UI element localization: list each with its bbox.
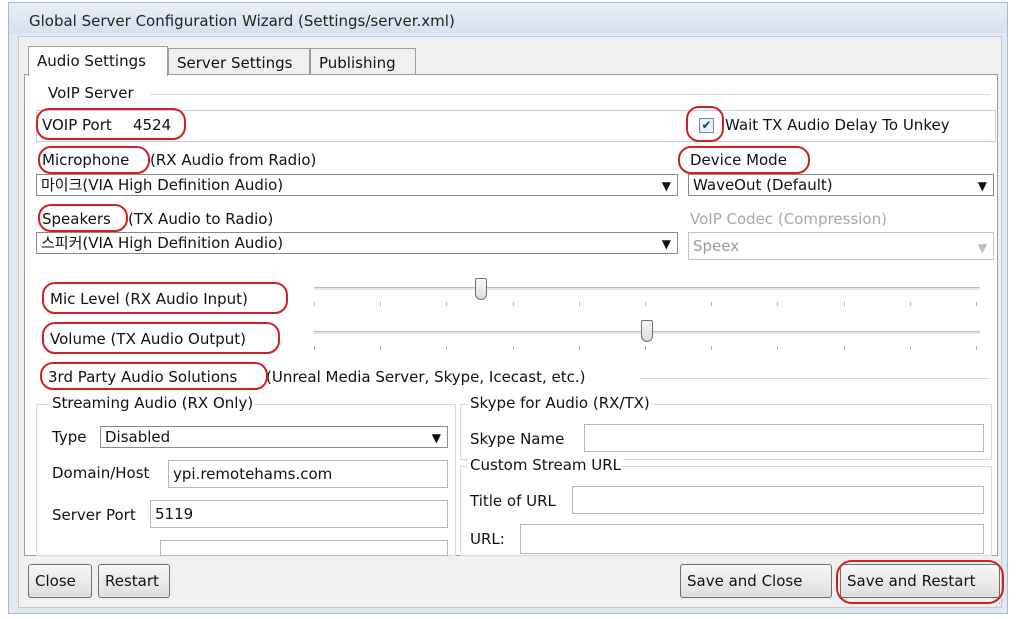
wait-tx-label: Wait TX Audio Delay To Unkey: [725, 116, 950, 134]
slider-tick: [579, 346, 580, 350]
slider-tick: [579, 302, 580, 306]
chevron-down-icon: ▼: [977, 179, 987, 193]
stream-type-selected-value: Disabled: [105, 428, 171, 446]
voip-server-group-line: [150, 94, 990, 95]
slider-tick: [711, 346, 712, 350]
server-port-input[interactable]: 5119: [150, 500, 448, 528]
slider-tick: [777, 346, 778, 350]
voip-server-group-label: VoIP Server: [48, 84, 134, 102]
device-mode-highlight: [678, 146, 810, 174]
slider-tick: [910, 346, 911, 350]
chevron-down-icon: ▼: [431, 431, 441, 445]
volume-highlight: [42, 322, 280, 354]
tab-publishing[interactable]: Publishing: [310, 48, 416, 76]
device-mode-select[interactable]: WaveOut (Default) ▼: [688, 174, 994, 196]
microphone-select[interactable]: 마이크(VIA High Definition Audio) ▼: [36, 174, 678, 196]
skype-name-label: Skype Name: [470, 430, 565, 448]
microphone-selected-value: 마이크(VIA High Definition Audio): [41, 176, 284, 194]
slider-tick: [446, 302, 447, 306]
url-label: URL:: [470, 530, 505, 548]
domain-host-input[interactable]: ypi.remotehams.com: [168, 460, 448, 488]
third-party-highlight: [40, 362, 268, 390]
server-port-label: Server Port: [52, 506, 136, 524]
third-party-label-detail: (Unreal Media Server, Skype, Icecast, et…: [266, 368, 586, 386]
slider-tick: [645, 346, 646, 350]
speakers-highlight: [38, 204, 128, 232]
slider-tick: [645, 302, 646, 306]
url-title-label: Title of URL: [470, 492, 556, 510]
microphone-label-detail: (RX Audio from Radio): [150, 151, 317, 169]
slider-tick: [314, 346, 315, 350]
streaming-group-label: Streaming Audio (RX Only): [50, 394, 256, 412]
slider-tick: [380, 346, 381, 350]
voip-codec-select[interactable]: Speex ▼: [688, 232, 994, 260]
slider-tick: [910, 302, 911, 306]
microphone-highlight: [38, 146, 150, 174]
mic-level-thumb[interactable]: [475, 278, 487, 300]
mic-level-slider[interactable]: [314, 278, 980, 318]
chevron-down-icon: ▼: [977, 241, 987, 255]
speakers-select[interactable]: 스피커(VIA High Definition Audio) ▼: [36, 232, 678, 254]
speakers-selected-value: 스피커(VIA High Definition Audio): [41, 234, 284, 252]
chevron-down-icon: ▼: [661, 179, 671, 193]
tab-audio-settings[interactable]: Audio Settings: [28, 46, 168, 76]
third-party-group-line: [640, 378, 990, 379]
slider-tick: [711, 302, 712, 306]
chevron-down-icon: ▼: [661, 237, 671, 251]
window-title: Global Server Configuration Wizard (Sett…: [29, 12, 455, 30]
title-bar[interactable]: Global Server Configuration Wizard (Sett…: [9, 3, 1007, 33]
slider-tick: [380, 302, 381, 306]
volume-slider[interactable]: [314, 320, 980, 360]
close-button[interactable]: Close: [28, 564, 92, 598]
mic-level-highlight: [42, 282, 288, 314]
save-and-restart-highlight: [836, 560, 1004, 604]
url-input[interactable]: [520, 524, 984, 554]
save-and-close-button[interactable]: Save and Close: [680, 564, 832, 598]
restart-button[interactable]: Restart: [98, 564, 170, 598]
tab-server-settings[interactable]: Server Settings: [168, 48, 310, 76]
voip-port-highlight: [36, 108, 186, 140]
custom-stream-group-label: Custom Stream URL: [468, 456, 624, 474]
skype-name-input[interactable]: [584, 424, 984, 452]
voip-codec-selected-value: Speex: [693, 237, 740, 255]
stream-type-label: Type: [52, 428, 87, 446]
volume-thumb[interactable]: [641, 320, 653, 342]
partial-field-input[interactable]: [160, 540, 448, 556]
domain-host-label: Domain/Host: [52, 464, 150, 482]
slider-tick: [513, 302, 514, 306]
voip-codec-label: VoIP Codec (Compression): [690, 210, 887, 228]
slider-tick: [513, 346, 514, 350]
url-title-input[interactable]: [572, 486, 984, 514]
device-mode-selected-value: WaveOut (Default): [693, 176, 833, 194]
slider-tick: [777, 302, 778, 306]
speakers-label-detail: (TX Audio to Radio): [128, 210, 274, 228]
slider-tick: [844, 302, 845, 306]
slider-tick: [314, 302, 315, 306]
mic-level-track: [314, 287, 980, 290]
stream-type-select[interactable]: Disabled ▼: [100, 426, 448, 448]
wait-tx-highlight: [686, 106, 724, 142]
slider-tick: [976, 346, 977, 350]
skype-group-label: Skype for Audio (RX/TX): [468, 394, 652, 412]
slider-tick: [446, 346, 447, 350]
slider-tick: [976, 302, 977, 306]
slider-tick: [844, 346, 845, 350]
